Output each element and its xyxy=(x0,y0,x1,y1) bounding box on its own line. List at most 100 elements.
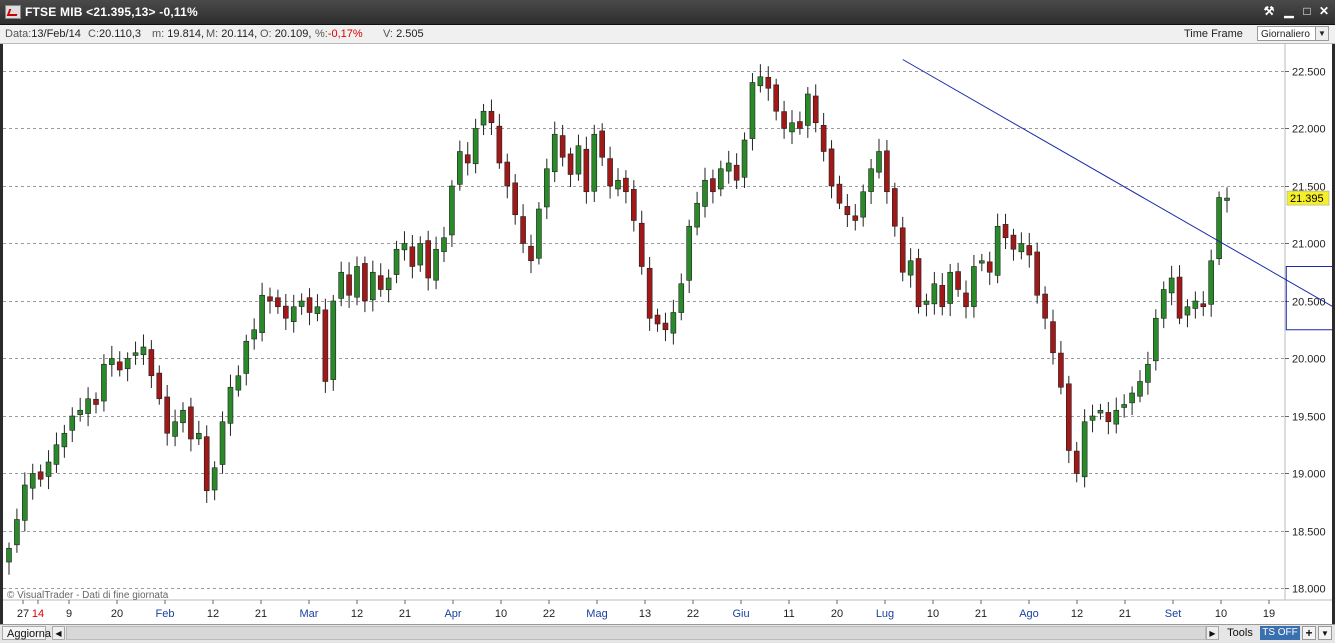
x-tick-label: 9 xyxy=(66,608,72,620)
candle-up xyxy=(876,151,882,173)
tools-button[interactable]: Tools xyxy=(1222,626,1258,640)
candle-up xyxy=(109,358,115,365)
candle-down xyxy=(986,261,993,273)
candle-down xyxy=(844,206,851,216)
candle-down xyxy=(939,284,946,308)
candle-up xyxy=(702,179,708,207)
scroll-right-icon[interactable]: ▶ xyxy=(1206,626,1219,640)
candle-up xyxy=(480,110,487,126)
candle-up xyxy=(227,386,234,424)
x-tick-label: 10 xyxy=(1215,608,1227,620)
candle-up xyxy=(749,82,756,139)
candle-down xyxy=(765,77,772,89)
candle-up xyxy=(180,409,186,424)
candle-up xyxy=(805,93,811,126)
x-tick-label: 21 xyxy=(399,608,411,620)
candle-down xyxy=(512,182,518,216)
add-button[interactable]: + xyxy=(1302,626,1316,640)
candle-up xyxy=(314,306,321,314)
scroll-left-icon[interactable]: ◀ xyxy=(52,626,65,640)
candle-up xyxy=(77,409,83,415)
y-tick-label: 22.000 xyxy=(1292,124,1326,136)
candle-down xyxy=(963,292,969,308)
chevron-down-icon[interactable]: ▼ xyxy=(1318,626,1332,640)
ts-toggle-button[interactable]: TS OFF xyxy=(1260,626,1300,640)
candle-up xyxy=(536,208,542,259)
candle-up xyxy=(1224,197,1230,201)
candle-up xyxy=(971,266,977,307)
info-date: Data:13/Feb/14 xyxy=(5,28,81,40)
x-tick-label: 21 xyxy=(975,608,987,620)
tools-icon[interactable]: ⚒ xyxy=(1261,3,1277,19)
timeframe-select[interactable]: Giornaliero ▼ xyxy=(1257,26,1329,41)
candle-up xyxy=(923,300,930,305)
price-chart[interactable]: 22.500 22.000 21.500 21.000 20.500 20.000 19.5… xyxy=(3,44,1332,624)
candle-down xyxy=(662,322,669,331)
candle-up xyxy=(298,300,305,307)
candle-up xyxy=(441,237,447,252)
candle-down xyxy=(322,309,329,382)
y-tick-label: 18.500 xyxy=(1292,527,1326,539)
x-tick-label: Giu xyxy=(732,608,749,620)
candle-down xyxy=(164,396,170,434)
x-tick-label: Apr xyxy=(444,608,461,620)
info-percent: %:-0,17% xyxy=(315,28,363,40)
candle-down xyxy=(852,215,859,221)
horizontal-scrollbar[interactable] xyxy=(66,626,1206,640)
info-max: M: 20.114, xyxy=(206,28,258,40)
chevron-down-icon[interactable]: ▼ xyxy=(1315,27,1328,40)
close-icon[interactable]: ✕ xyxy=(1316,3,1332,19)
candle-up xyxy=(290,306,297,322)
candle-down xyxy=(781,111,787,129)
candle-down xyxy=(1010,234,1017,250)
candle-down xyxy=(1026,245,1033,256)
candle-up xyxy=(678,283,685,313)
candle-down xyxy=(884,150,890,193)
candle-down xyxy=(1073,450,1080,474)
candle-up xyxy=(449,185,455,236)
maximize-icon[interactable]: □ xyxy=(1299,3,1315,19)
x-tick-label: 19 xyxy=(1263,608,1275,620)
y-tick-label: 19.000 xyxy=(1292,469,1326,481)
y-tick-label: 21.000 xyxy=(1292,239,1326,251)
x-tick-label: 21 xyxy=(1119,608,1131,620)
candle-down xyxy=(93,398,99,405)
candle-up xyxy=(251,329,257,340)
candle-down xyxy=(915,258,922,308)
candle-up xyxy=(1160,289,1167,319)
candle-up xyxy=(1121,404,1127,408)
candle-down xyxy=(1058,352,1064,388)
candle-up xyxy=(6,547,12,563)
candle-up xyxy=(140,346,147,356)
candle-down xyxy=(362,263,368,302)
candle-down xyxy=(773,84,779,112)
aggiorna-button[interactable]: Aggiorna xyxy=(2,626,51,640)
candle-up xyxy=(544,168,550,208)
candle-up xyxy=(101,363,107,402)
x-tick-label: Mag xyxy=(586,608,607,620)
candle-up xyxy=(393,248,400,275)
candle-up xyxy=(338,271,344,299)
x-tick-label: 27 xyxy=(17,608,29,620)
app-chart-icon xyxy=(5,5,21,19)
candle-down xyxy=(899,227,906,273)
info-volume: V: 2.505 xyxy=(383,28,424,40)
candle-up xyxy=(235,375,242,391)
candle-down xyxy=(828,148,835,187)
candle-down xyxy=(583,148,590,193)
candle-down xyxy=(283,305,289,319)
y-tick-label: 20.000 xyxy=(1292,354,1326,366)
y-tick-label: 18.000 xyxy=(1292,584,1326,596)
info-open: O: 20.109, xyxy=(260,28,312,40)
candle-down xyxy=(188,406,194,440)
minimize-icon[interactable]: ▁ xyxy=(1281,3,1297,19)
candle-up xyxy=(860,191,866,218)
candle-up xyxy=(979,260,985,264)
candle-up xyxy=(1129,392,1135,404)
candle-up xyxy=(22,484,28,521)
x-tick-label: Mar xyxy=(300,608,319,620)
candlestick-chart: 22.50022.00021.50021.00020.50020.00019.5… xyxy=(3,44,1332,620)
candle-up xyxy=(1208,260,1214,305)
candle-up xyxy=(259,294,265,333)
candle-up xyxy=(370,271,376,301)
